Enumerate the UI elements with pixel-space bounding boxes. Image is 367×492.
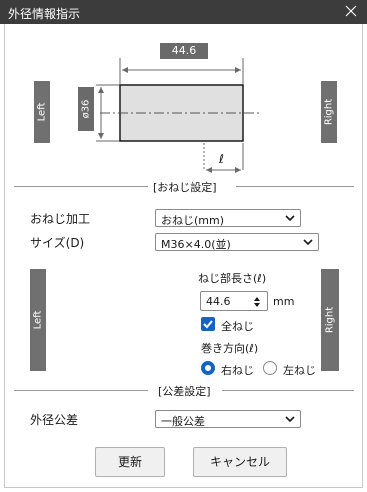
size-value: M36×4.0(並) <box>161 238 231 251</box>
tolerance-section-line-right <box>222 390 354 391</box>
thread-process-label: おねじ加工 <box>30 212 91 226</box>
close-icon[interactable] <box>343 3 359 19</box>
left-hand-thread-label: 左ねじ <box>283 364 316 377</box>
thread-section-line-left <box>14 186 148 187</box>
size-select[interactable]: M36×4.0(並) <box>155 233 319 251</box>
right-hand-thread-label: 右ねじ <box>221 364 254 377</box>
window-title: 外径情報指示 <box>8 7 81 21</box>
check-icon <box>203 320 213 329</box>
size-label: サイズ(D) <box>30 236 85 250</box>
chevron-down-icon <box>285 215 295 222</box>
diameter-value-box: ø36 <box>78 87 94 131</box>
thread-length-unit: mm <box>273 295 295 308</box>
od-tolerance-select[interactable]: 一般公差 <box>155 410 301 428</box>
cancel-button[interactable]: キャンセル <box>193 447 287 477</box>
length-value-box: 44.6 <box>160 43 208 59</box>
thread-section-header: [おねじ設定] <box>153 181 217 194</box>
tolerance-section-line-left <box>14 390 148 391</box>
tolerance-section-header: [公差設定] <box>158 385 211 398</box>
diameter-value: ø36 <box>80 99 92 119</box>
full-thread-label: 全ねじ <box>221 320 254 333</box>
thread-right-tab[interactable]: Right <box>321 269 339 371</box>
chevron-down-icon <box>285 416 295 423</box>
right-hand-thread-radio[interactable] <box>201 361 215 375</box>
left-hand-thread-radio[interactable] <box>263 361 277 375</box>
thread-section-line-right <box>236 186 354 187</box>
full-thread-checkbox[interactable] <box>201 317 215 331</box>
od-tolerance-value: 一般公差 <box>161 415 205 428</box>
thread-length-symbol: ℓ <box>219 152 224 166</box>
chevron-down-icon <box>303 239 313 246</box>
thread-length-label: ねじ部長さ(ℓ) <box>198 272 267 285</box>
winding-direction-label: 巻き方向(ℓ) <box>201 342 259 355</box>
update-button[interactable]: 更新 <box>95 447 165 477</box>
shaft-diagram <box>96 58 262 173</box>
thread-left-tab[interactable]: Left <box>30 269 46 371</box>
length-value: 44.6 <box>171 44 197 57</box>
thread-process-select[interactable]: おねじ(mm) <box>155 209 301 227</box>
spinner-icon[interactable] <box>253 296 261 308</box>
thread-length-input[interactable]: 44.6 <box>200 291 268 311</box>
window-titlebar: 外径情報指示 <box>0 0 367 24</box>
od-tolerance-label: 外径公差 <box>30 413 79 427</box>
thread-length-value: 44.6 <box>206 295 231 308</box>
length-dimension <box>119 58 244 84</box>
thread-process-value: おねじ(mm) <box>161 214 225 227</box>
